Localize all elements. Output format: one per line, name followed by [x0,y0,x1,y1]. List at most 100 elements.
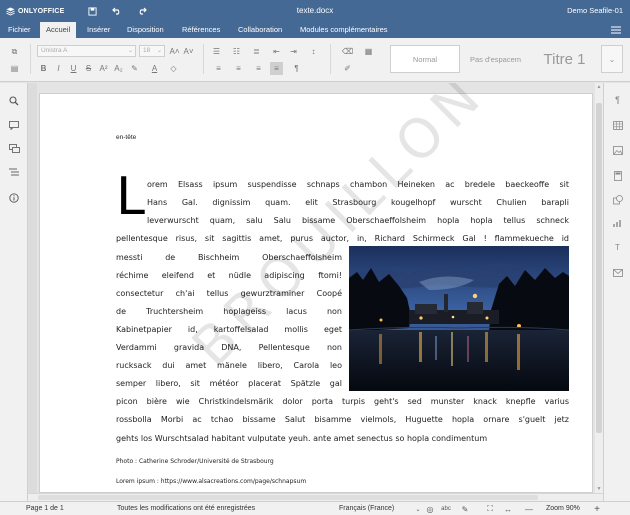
left-sidebar [0,83,28,502]
italic-icon[interactable]: I [52,62,65,75]
zoom-in-icon[interactable]: + [592,504,602,515]
paragraph-marks-icon[interactable]: ¶ [290,62,303,75]
chart-settings-icon[interactable] [610,217,625,230]
line-spacing-icon[interactable]: ↕ [307,45,320,58]
horizontal-scroll-thumb[interactable] [38,495,538,500]
track-changes-icon[interactable]: ✎ [460,504,470,514]
tab-insert[interactable]: Insérer [81,22,116,38]
paragraph-line: pellentesque risus, sit sagittis amet, p… [116,234,569,243]
comments-icon[interactable] [6,118,22,132]
style-no-spacing[interactable]: Pas d'espacem [463,45,528,73]
paragraph-settings-icon[interactable]: ¶ [610,93,625,106]
copy-style-icon[interactable]: ✐ [341,62,354,75]
chevron-down-icon: ⌄ [127,48,133,54]
font-size-select[interactable]: 18 ⌄ [139,45,165,57]
user-name[interactable]: Demo Seafile-01 [567,6,623,15]
menu-bar: Fichier Accueil Insérer Disposition Réfé… [0,22,630,38]
paragraph-line: messti de Bischheim Oberschaeffolsheim [116,253,342,262]
spellcheck-icon[interactable]: abc [441,504,451,514]
paragraph-line: rossbolla Morbi ac tchao bissame Salut b… [116,415,569,424]
clear-style-icon[interactable]: ⌫ [341,45,354,58]
horizontal-scrollbar[interactable] [28,493,603,501]
justify-icon[interactable]: ≡ [270,62,283,75]
paragraph-line: picon bière wie Christkindelsmärik dolor… [116,397,569,406]
document-canvas: en-tête L orem Elsass ipsum suspendisse … [37,83,595,493]
shading-icon[interactable]: ◇ [167,62,180,75]
info-icon[interactable] [6,191,22,205]
font-name-value: Unistra A [41,47,68,54]
paragraph-line: Verdammi gravida DNA, Pellentesque non [116,343,342,352]
tab-file[interactable]: Fichier [2,22,37,38]
text-art-settings-icon[interactable]: T [610,241,625,254]
navigation-icon[interactable] [6,165,22,179]
align-left-icon[interactable]: ≡ [212,62,225,75]
page-counter[interactable]: Page 1 de 1 [26,505,64,512]
style-normal-label: Normal [412,54,438,64]
style-heading-1[interactable]: Titre 1 [531,45,598,73]
fit-page-icon[interactable]: ⛶ [485,504,495,514]
copy-icon[interactable]: ⧉ [8,45,21,58]
tab-references[interactable]: Références [176,22,226,38]
tab-layout[interactable]: Disposition [121,22,170,38]
subscript-icon[interactable]: A₂ [112,62,125,75]
fit-width-icon[interactable]: ↔ [503,504,513,514]
style-normal[interactable]: Normal [390,45,460,73]
paragraph-line: rucksack dui amet mänele libero, Carola … [116,361,342,370]
paragraph-line: de Truchtersheim hoplageiss lacus non [116,307,342,316]
table-settings-icon[interactable] [610,119,625,132]
save-status: Toutes les modifications ont été enregis… [117,505,256,512]
highlight-icon[interactable]: ✎ [128,62,141,75]
language-globe-icon[interactable]: ◎ [425,504,435,514]
tab-collaboration[interactable]: Collaboration [232,22,288,38]
zoom-out-icon[interactable]: — [524,504,534,514]
increase-indent-icon[interactable]: ⇥ [287,45,300,58]
numbered-list-icon[interactable]: ☷ [230,45,243,58]
document-page[interactable]: en-tête L orem Elsass ipsum suspendisse … [39,83,593,493]
paste-icon[interactable]: ▤ [8,62,21,75]
paragraph-line: orem Elsass ipsum suspendisse schnaps ch… [147,180,569,189]
toolbar: ⧉ ▤ Unistra A ⌄ 18 ⌄ A˄ A˅ B I U S A² A₂ ✎… [0,38,630,82]
tab-home[interactable]: Accueil [40,22,77,38]
mail-merge-icon[interactable] [610,266,625,279]
font-name-select[interactable]: Unistra A ⌄ [37,45,136,57]
vertical-scrollbar[interactable]: ▲ ▼ [595,83,603,493]
zoom-level[interactable]: Zoom 90% [546,505,580,512]
scroll-up-icon[interactable]: ▲ [595,83,603,91]
image-settings-icon[interactable] [610,144,625,157]
paragraph-line: semper libero, sit météor placerat Spätz… [116,379,342,388]
paragraph-line: Kabinetpapier id, kartoffelsalad mollis … [116,325,342,334]
document-title: texte.docx [296,6,334,15]
styles-expand-button[interactable]: ⌄ [601,45,623,73]
align-right-icon[interactable]: ≡ [252,62,265,75]
page-header[interactable]: en-tête [116,134,136,141]
shape-settings-icon[interactable] [610,193,625,206]
chat-icon[interactable] [6,141,22,155]
paragraph-line: réchime eleifend et nüdle adipiscing fto… [116,271,342,280]
increase-font-icon[interactable]: A˄ [168,45,181,58]
vertical-ruler [28,83,37,493]
color-scheme-icon[interactable]: ▦ [362,45,375,58]
align-center-icon[interactable]: ≡ [232,62,245,75]
menu-icon[interactable] [611,26,621,34]
bullet-list-icon[interactable]: ☰ [210,45,223,58]
vertical-scroll-thumb[interactable] [596,103,602,433]
superscript-icon[interactable]: A² [97,62,110,75]
title-bar: ONLYOFFICE texte.docx Demo Seafile-01 [0,0,630,22]
multilevel-list-icon[interactable]: ≣ [250,45,263,58]
tab-plugins[interactable]: Modules complémentaires [294,22,394,38]
style-heading-1-label: Titre 1 [543,50,586,68]
night-river-photo[interactable] [349,246,569,391]
scroll-down-icon[interactable]: ▼ [595,485,603,493]
decrease-indent-icon[interactable]: ⇤ [270,45,283,58]
underline-icon[interactable]: U [67,62,80,75]
bold-icon[interactable]: B [37,62,50,75]
header-footer-settings-icon[interactable] [610,169,625,182]
search-icon[interactable] [6,94,22,108]
strikethrough-icon[interactable]: S [82,62,95,75]
photo-image [349,246,569,391]
status-bar: Page 1 de 1 Toutes les modifications ont… [0,501,630,515]
font-color-icon[interactable]: A [148,62,161,75]
chevron-down-icon: ⌄ [608,54,616,64]
decrease-font-icon[interactable]: A˅ [182,45,195,58]
language-select[interactable]: Français (France) [339,505,394,512]
